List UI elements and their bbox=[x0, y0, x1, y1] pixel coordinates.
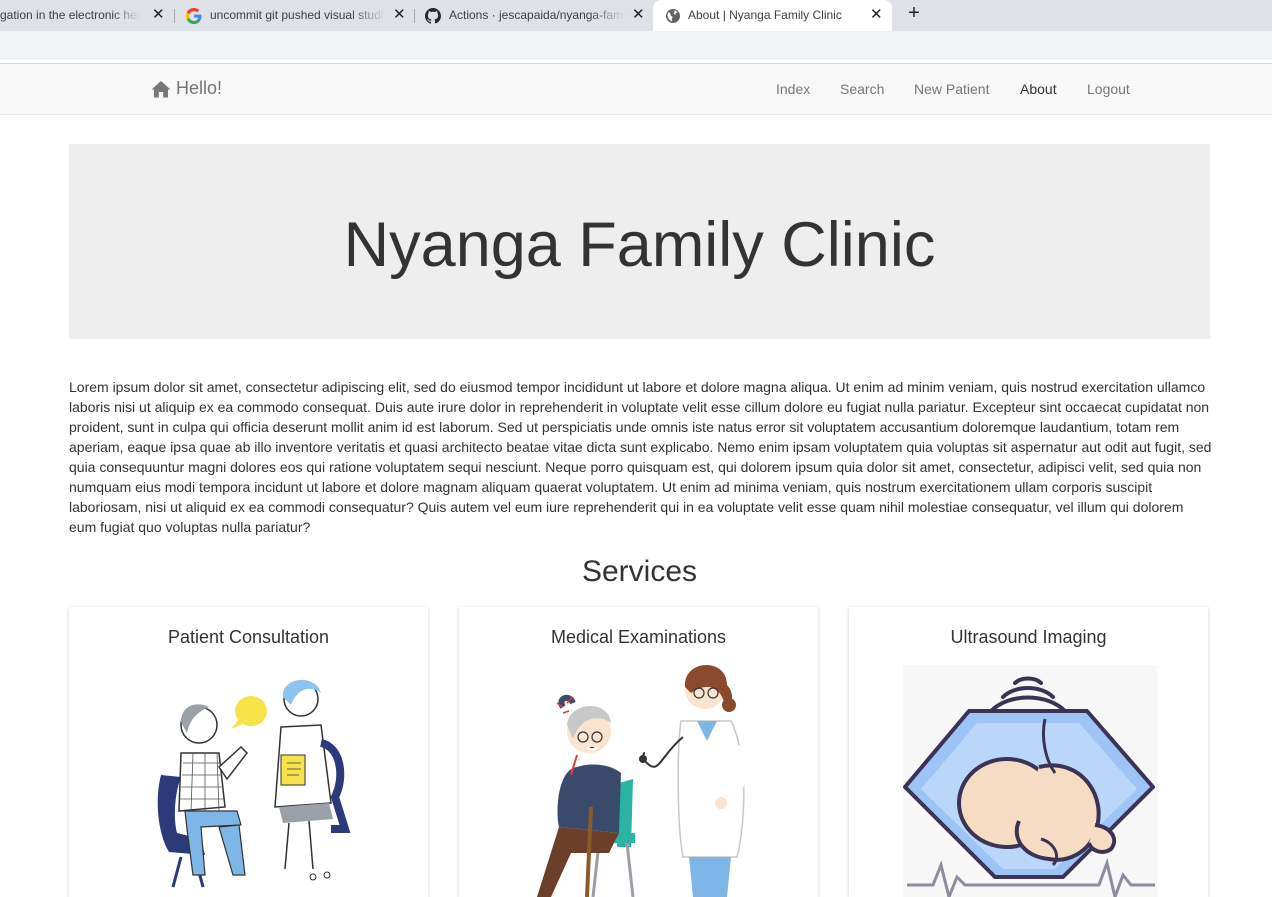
page-title: Nyanga Family Clinic bbox=[343, 209, 936, 280]
brand-label: Hello! bbox=[176, 78, 223, 98]
nav-link-search[interactable]: Search bbox=[840, 81, 884, 97]
browser-tab-1[interactable]: gation in the electronic healt ✕ bbox=[0, 0, 175, 31]
browser-tab-2[interactable]: uncommit git pushed visual studi ✕ bbox=[175, 0, 415, 31]
nav-link-about[interactable]: About bbox=[1020, 81, 1057, 97]
browser-tab-3[interactable]: Actions · jescapaida/nyanga-fami ✕ bbox=[415, 0, 653, 31]
browser-toolbar bbox=[0, 31, 1272, 60]
nav-link-new-patient[interactable]: New Patient bbox=[914, 81, 989, 97]
service-card-ultrasound: Ultrasound Imaging bbox=[849, 607, 1208, 897]
examination-illustration bbox=[537, 664, 746, 897]
services-heading: Services bbox=[581, 555, 698, 588]
nav-link-logout[interactable]: Logout bbox=[1087, 81, 1130, 97]
home-icon bbox=[151, 80, 171, 97]
tab-title: gation in the electronic healt bbox=[0, 8, 140, 22]
service-card-consultation: Patient Consultation bbox=[69, 607, 428, 897]
consultation-illustration bbox=[157, 679, 351, 888]
tab-title: About | Nyanga Family Clinic bbox=[688, 8, 842, 22]
browser-tab-active[interactable]: About | Nyanga Family Clinic ✕ bbox=[653, 0, 892, 31]
tab-title: uncommit git pushed visual studi bbox=[210, 8, 384, 22]
tab-title: Actions · jescapaida/nyanga-fami bbox=[449, 8, 625, 22]
site-navbar: Hello! Index Search New Patient About Lo… bbox=[0, 64, 1272, 115]
new-tab-button[interactable]: + bbox=[903, 3, 925, 25]
ultrasound-illustration bbox=[903, 665, 1157, 897]
navbar-brand[interactable]: Hello! bbox=[151, 78, 222, 99]
close-icon[interactable]: ✕ bbox=[393, 7, 406, 23]
close-icon[interactable]: ✕ bbox=[632, 7, 645, 23]
close-icon[interactable]: ✕ bbox=[870, 7, 883, 23]
about-paragraph: Lorem ipsum dolor sit amet, consectetur … bbox=[69, 379, 1212, 535]
google-icon bbox=[186, 8, 202, 24]
github-icon bbox=[425, 8, 441, 24]
close-icon[interactable]: ✕ bbox=[152, 7, 165, 23]
jumbotron: Nyanga Family Clinic bbox=[69, 144, 1210, 339]
nav-link-index[interactable]: Index bbox=[776, 81, 810, 97]
service-card-examinations: Medical Examinations bbox=[459, 607, 818, 897]
browser-tabstrip: gation in the electronic healt ✕ uncommi… bbox=[0, 0, 1272, 31]
globe-icon bbox=[666, 9, 680, 23]
